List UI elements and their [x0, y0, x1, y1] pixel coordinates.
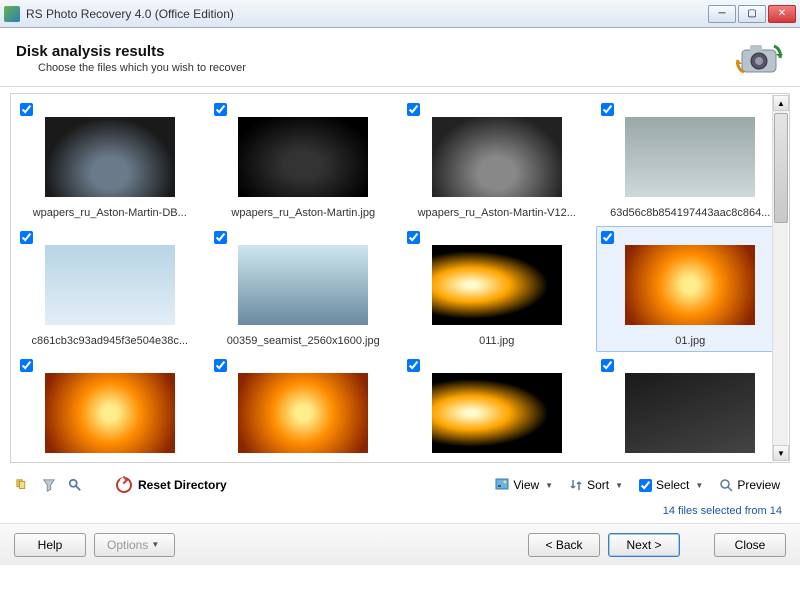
file-name: 011.jpg	[407, 335, 587, 347]
bottom-bar: Help Options▼ < Back Next > Close	[0, 523, 800, 565]
vertical-scrollbar[interactable]: ▲ ▼	[772, 95, 788, 461]
file-checkbox[interactable]	[214, 103, 227, 116]
file-thumbnail	[432, 245, 562, 325]
select-button[interactable]: Select▼	[633, 473, 709, 497]
file-item[interactable]: wpapers_ru_Aston-Martin-V12...	[402, 98, 592, 224]
select-checkbox-icon	[639, 479, 652, 492]
file-checkbox[interactable]	[20, 359, 33, 372]
page-subtitle: Choose the files which you wish to recov…	[38, 62, 736, 74]
file-thumbnail	[625, 373, 755, 453]
file-grid[interactable]: wpapers_ru_Aston-Martin-DB... wpapers_ru_…	[11, 94, 789, 462]
sort-button[interactable]: Sort▼	[563, 473, 629, 497]
file-name: wpapers_ru_Aston-Martin.jpg	[214, 207, 394, 219]
maximize-button[interactable]: ▢	[738, 5, 766, 23]
file-item[interactable]: c861cb3c93ad945f3e504e38c...	[15, 226, 205, 352]
file-name: 63d56c8b854197443aac8c864...	[601, 207, 781, 219]
file-checkbox[interactable]	[214, 359, 227, 372]
app-icon	[4, 6, 20, 22]
preview-button[interactable]: Preview	[713, 473, 786, 497]
scroll-up-button[interactable]: ▲	[773, 95, 789, 111]
reset-icon	[116, 477, 132, 493]
file-name: c861cb3c93ad945f3e504e38c...	[20, 335, 200, 347]
file-item[interactable]: wpapers_ru_Aston-Martin-DB...	[15, 98, 205, 224]
wizard-header: Disk analysis results Choose the files w…	[0, 28, 800, 87]
file-thumbnail	[625, 245, 755, 325]
file-thumbnail	[625, 117, 755, 197]
file-item[interactable]: 01.jpg	[596, 226, 786, 352]
help-button[interactable]: Help	[14, 533, 86, 557]
file-item[interactable]: 63d56c8b854197443aac8c864...	[596, 98, 786, 224]
status-text: 14 files selected from 14	[0, 501, 800, 523]
file-thumbnail	[238, 245, 368, 325]
view-button[interactable]: View▼	[489, 473, 559, 497]
file-checkbox[interactable]	[214, 231, 227, 244]
file-item[interactable]	[596, 354, 786, 462]
scroll-down-button[interactable]: ▼	[773, 445, 789, 461]
window-title: RS Photo Recovery 4.0 (Office Edition)	[26, 7, 708, 21]
file-thumbnail	[238, 117, 368, 197]
close-window-button[interactable]: ✕	[768, 5, 796, 23]
close-button[interactable]: Close	[714, 533, 786, 557]
reset-directory-button[interactable]: Reset Directory	[116, 477, 227, 493]
file-item[interactable]: wpapers_ru_Aston-Martin.jpg	[209, 98, 399, 224]
file-item[interactable]: 011.jpg	[402, 226, 592, 352]
next-button[interactable]: Next >	[608, 533, 680, 557]
file-thumbnail	[432, 117, 562, 197]
reset-label: Reset Directory	[138, 478, 227, 492]
file-thumbnail	[238, 373, 368, 453]
file-item[interactable]: 00359_seamist_2560x1600.jpg	[209, 226, 399, 352]
file-thumbnail	[45, 117, 175, 197]
scrollbar-thumb[interactable]	[774, 113, 788, 223]
toolbar: Reset Directory View▼ Sort▼ Select▼ Prev…	[0, 469, 800, 501]
file-name: wpapers_ru_Aston-Martin-V12...	[407, 207, 587, 219]
file-item[interactable]	[209, 354, 399, 462]
titlebar: RS Photo Recovery 4.0 (Office Edition) ─…	[0, 0, 800, 28]
file-checkbox[interactable]	[601, 231, 614, 244]
file-checkbox[interactable]	[20, 231, 33, 244]
camera-recovery-icon	[736, 38, 784, 78]
file-checkbox[interactable]	[601, 103, 614, 116]
file-thumbnail	[45, 373, 175, 453]
file-item[interactable]	[15, 354, 205, 462]
file-checkbox[interactable]	[601, 359, 614, 372]
minimize-button[interactable]: ─	[708, 5, 736, 23]
magnify-icon[interactable]	[66, 476, 84, 494]
back-button[interactable]: < Back	[528, 533, 600, 557]
file-checkbox[interactable]	[407, 231, 420, 244]
file-name: 01.jpg	[601, 335, 781, 347]
funnel-icon[interactable]	[40, 476, 58, 494]
file-name: 00359_seamist_2560x1600.jpg	[214, 335, 394, 347]
filter-files-icon[interactable]	[14, 476, 32, 494]
options-button[interactable]: Options▼	[94, 533, 175, 557]
file-thumbnail	[432, 373, 562, 453]
file-checkbox[interactable]	[407, 359, 420, 372]
file-item[interactable]	[402, 354, 592, 462]
page-title: Disk analysis results	[16, 43, 736, 60]
file-checkbox[interactable]	[407, 103, 420, 116]
file-checkbox[interactable]	[20, 103, 33, 116]
content-area: wpapers_ru_Aston-Martin-DB... wpapers_ru_…	[0, 87, 800, 469]
file-name: wpapers_ru_Aston-Martin-DB...	[20, 207, 200, 219]
file-thumbnail	[45, 245, 175, 325]
